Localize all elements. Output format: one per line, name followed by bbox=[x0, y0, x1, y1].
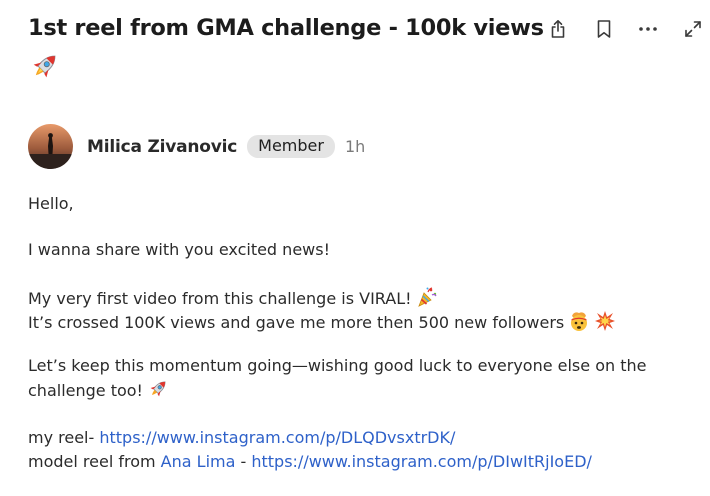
body-my-reel: my reel- https://www.instagram.com/p/DLQ… bbox=[28, 426, 455, 450]
body-greeting: Hello, bbox=[28, 194, 74, 213]
post-timestamp: 1h bbox=[344, 137, 366, 156]
avatar[interactable] bbox=[28, 124, 73, 169]
author-name[interactable]: Milica Zivanovic bbox=[87, 137, 237, 157]
bookmark-icon[interactable] bbox=[592, 17, 616, 41]
model-reel-link[interactable]: https://www.instagram.com/p/DIwItRjIoED/ bbox=[251, 452, 592, 471]
expand-icon[interactable] bbox=[681, 17, 705, 41]
post-header: 1st reel from GMA challenge - 100k views bbox=[28, 13, 544, 81]
author-row: Milica Zivanovic Member 1h bbox=[28, 124, 365, 169]
model-author-link[interactable]: Ana Lima bbox=[161, 452, 236, 471]
body-viral-text: My very first video from this challenge … bbox=[28, 289, 412, 308]
share-icon[interactable] bbox=[546, 17, 570, 41]
post-title: 1st reel from GMA challenge - 100k views bbox=[28, 15, 544, 41]
my-reel-link[interactable]: https://www.instagram.com/p/DLQDvsxtrDK/ bbox=[99, 428, 455, 447]
body-views-text: It’s crossed 100K views and gave me more… bbox=[28, 313, 565, 332]
body-momentum: Let’s keep this momentum going—wishing g… bbox=[28, 354, 693, 407]
my-reel-label: my reel- bbox=[28, 428, 100, 447]
body-momentum-text: Let’s keep this momentum going—wishing g… bbox=[28, 356, 647, 400]
post-card: 1st reel from GMA challenge - 100k views bbox=[0, 0, 710, 496]
rocket-emoji-icon bbox=[28, 51, 62, 81]
body-intro: I wanna share with you excited news! bbox=[28, 240, 330, 259]
model-reel-label: model reel from bbox=[28, 452, 161, 471]
exploding-head-icon bbox=[568, 310, 590, 339]
collision-icon bbox=[594, 310, 616, 339]
rocket-icon bbox=[147, 378, 169, 407]
more-icon[interactable] bbox=[636, 17, 660, 41]
model-reel-separator: - bbox=[235, 452, 252, 471]
body-views-line: It’s crossed 100K views and gave me more… bbox=[28, 310, 616, 339]
body-model-reel: model reel from Ana Lima - https://www.i… bbox=[28, 450, 592, 474]
member-badge: Member bbox=[247, 135, 335, 158]
